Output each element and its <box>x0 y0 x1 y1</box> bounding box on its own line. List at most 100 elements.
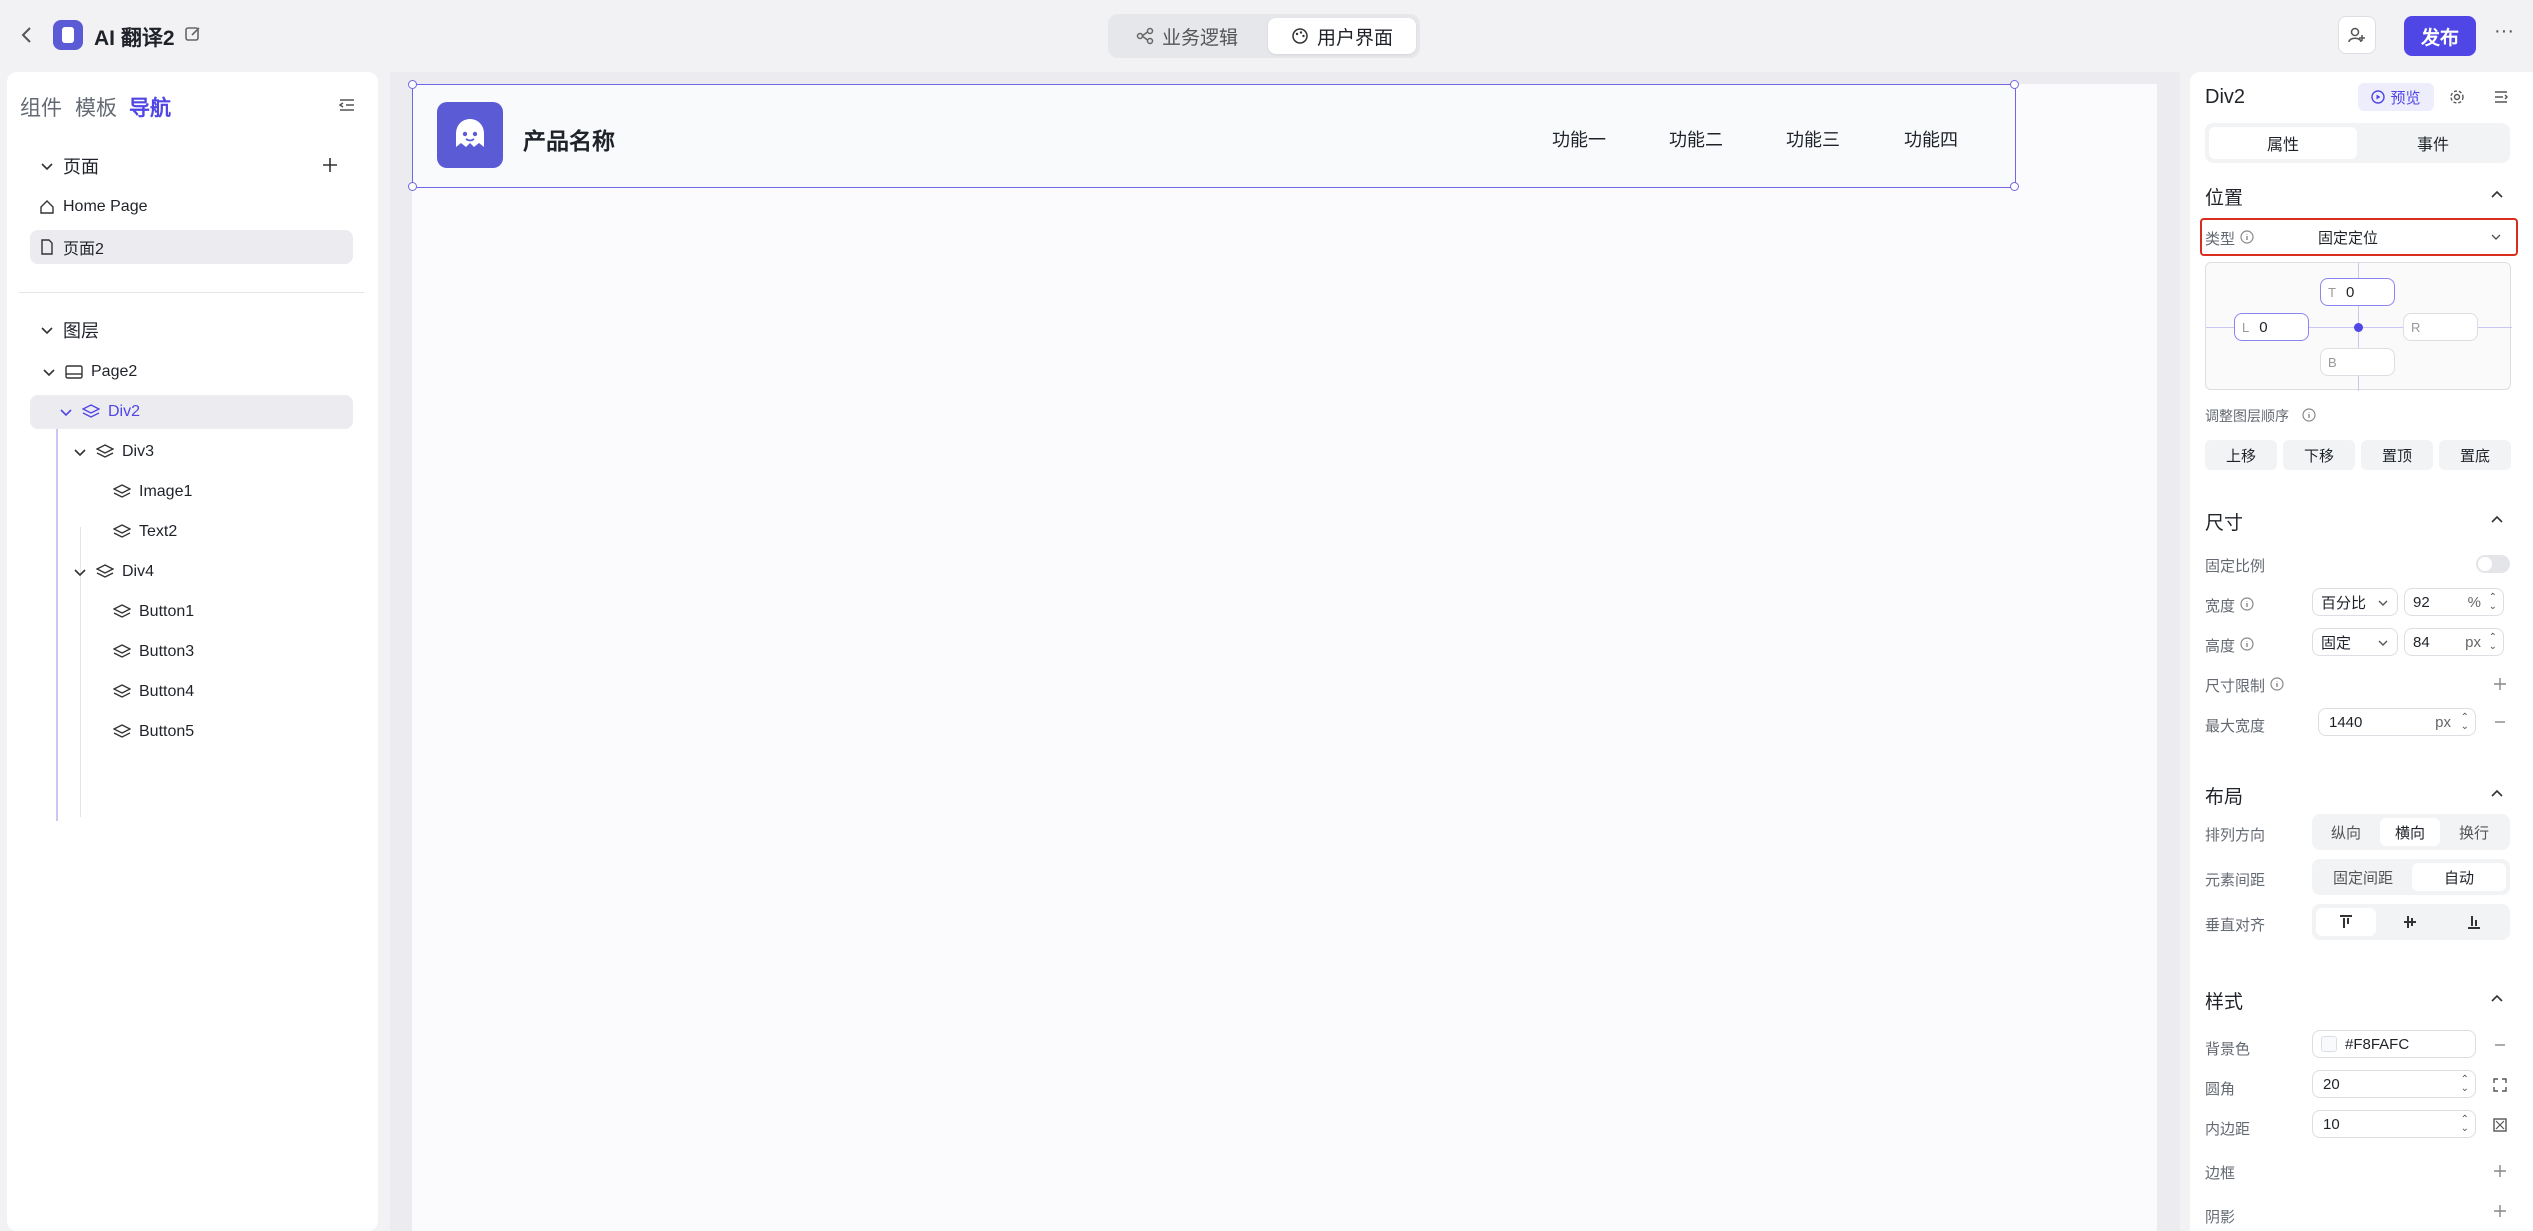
bg-color-input[interactable]: #F8FAFC <box>2312 1030 2476 1058</box>
align-middle-button[interactable] <box>2380 908 2440 936</box>
layer-image1-label: Image1 <box>139 483 193 500</box>
lock-ratio-toggle[interactable] <box>2476 555 2510 573</box>
bring-to-top-button[interactable]: 置顶 <box>2361 440 2433 470</box>
chevron-down-icon <box>60 409 72 417</box>
tab-templates[interactable]: 模板 <box>75 92 117 122</box>
stepper-icon[interactable]: ⌃ ⌄ <box>2489 593 2497 612</box>
edit-icon[interactable] <box>184 25 202 43</box>
layer-div4[interactable]: Div4 <box>72 555 154 589</box>
gear-icon[interactable] <box>2449 89 2465 105</box>
minus-icon[interactable] <box>2493 715 2507 729</box>
tab-events[interactable]: 事件 <box>2359 127 2507 159</box>
padding-expand-icon[interactable] <box>2492 1117 2508 1133</box>
send-to-bottom-button[interactable]: 置底 <box>2439 440 2511 470</box>
height-input[interactable]: 84 px ⌃ ⌄ <box>2404 628 2504 656</box>
page-item-home[interactable]: Home Page <box>39 190 148 224</box>
layer-page2-label: Page2 <box>91 363 138 380</box>
tab-properties[interactable]: 属性 <box>2209 127 2357 159</box>
tab-user-interface[interactable]: 用户界面 <box>1268 18 1416 54</box>
stepper-icon[interactable]: ⌃ ⌄ <box>2489 633 2497 652</box>
publish-button[interactable]: 发布 <box>2404 16 2476 56</box>
more-icon[interactable]: ··· <box>2494 20 2514 43</box>
layers-section[interactable]: 图层 <box>39 313 99 347</box>
nav-item-3[interactable]: 功能三 <box>1786 126 1840 152</box>
direction-vertical[interactable]: 纵向 <box>2316 818 2376 846</box>
tab-navigation[interactable]: 导航 <box>129 92 171 122</box>
tab-business-logic[interactable]: 业务逻辑 <box>1112 18 1262 54</box>
panel-menu-icon[interactable] <box>2493 89 2509 105</box>
resize-handle[interactable] <box>408 182 417 191</box>
layer-button4[interactable]: Button4 <box>113 675 194 709</box>
bottom-input[interactable]: B <box>2320 348 2395 376</box>
width-mode-select[interactable]: 百分比 <box>2312 588 2398 616</box>
direction-label: 排列方向 <box>2205 827 2266 844</box>
prop-tabs: 属性 事件 <box>2205 123 2510 163</box>
stepper-icon[interactable]: ⌃ ⌄ <box>2461 713 2469 732</box>
back-icon[interactable] <box>20 26 34 44</box>
page-item-page2[interactable]: 页面2 <box>39 230 104 264</box>
top-input[interactable]: T 0 <box>2320 278 2395 306</box>
width-input[interactable]: 92 % ⌃ ⌄ <box>2404 588 2504 616</box>
direction-wrap[interactable]: 换行 <box>2444 818 2504 846</box>
stepper-icon[interactable]: ⌃ ⌄ <box>2461 1075 2469 1094</box>
max-width-input[interactable]: 1440 px ⌃ ⌄ <box>2318 708 2476 736</box>
collapse-panel-icon[interactable] <box>338 97 356 113</box>
chevron-up-icon[interactable] <box>2489 990 2505 1006</box>
preview-label: 预览 <box>2390 89 2421 107</box>
padding-input[interactable]: 10 ⌃ ⌄ <box>2312 1110 2476 1138</box>
plus-icon[interactable] <box>2493 1164 2507 1178</box>
layer-text2[interactable]: Text2 <box>113 515 177 549</box>
minus-icon[interactable] <box>2493 1038 2507 1052</box>
align-top-button[interactable] <box>2316 908 2376 936</box>
preview-button[interactable]: 预览 <box>2358 83 2434 111</box>
info-icon <box>2240 597 2254 611</box>
resize-handle[interactable] <box>2010 80 2019 89</box>
layer-div2[interactable]: Div2 <box>58 395 140 429</box>
position-type-select[interactable]: 固定定位 <box>2312 223 2512 251</box>
move-up-button[interactable]: 上移 <box>2205 440 2277 470</box>
chevron-up-icon[interactable] <box>2489 186 2505 202</box>
height-unit: px <box>2465 633 2481 651</box>
layer-button3[interactable]: Button3 <box>113 635 194 669</box>
nav-item-1[interactable]: 功能一 <box>1552 126 1606 152</box>
direction-horizontal[interactable]: 横向 <box>2380 818 2440 846</box>
chevron-up-icon[interactable] <box>2489 785 2505 801</box>
align-bottom-button[interactable] <box>2444 908 2504 936</box>
move-down-button[interactable]: 下移 <box>2283 440 2355 470</box>
gap-auto[interactable]: 自动 <box>2412 863 2506 891</box>
toggle-knob <box>2478 557 2492 571</box>
product-logo-icon <box>437 102 503 168</box>
collaborators-icon[interactable] <box>2338 16 2376 54</box>
plus-icon[interactable] <box>2493 677 2507 691</box>
radius-input[interactable]: 20 ⌃ ⌄ <box>2312 1070 2476 1098</box>
app-logo-icon <box>53 20 83 50</box>
left-input[interactable]: L 0 <box>2234 313 2309 341</box>
color-swatch[interactable] <box>2321 1036 2337 1052</box>
max-width-label: 最大宽度 <box>2205 718 2266 735</box>
product-name: 产品名称 <box>523 128 615 154</box>
layer-div3[interactable]: Div3 <box>72 435 154 469</box>
height-mode-select[interactable]: 固定 <box>2312 628 2398 656</box>
bg-color-label: 背景色 <box>2205 1041 2251 1058</box>
resize-handle[interactable] <box>408 80 417 89</box>
right-input[interactable]: R <box>2403 313 2478 341</box>
nav-item-2[interactable]: 功能二 <box>1669 126 1723 152</box>
resize-handle[interactable] <box>2010 182 2019 191</box>
layer-button5[interactable]: Button5 <box>113 715 194 749</box>
layer-button1[interactable]: Button1 <box>113 595 194 629</box>
design-canvas[interactable]: 产品名称 功能一 功能二 功能三 功能四 <box>408 80 2157 1231</box>
layers-icon <box>113 684 131 698</box>
plus-icon[interactable] <box>2493 1204 2507 1218</box>
tab-components[interactable]: 组件 <box>20 92 62 122</box>
gap-fixed[interactable]: 固定间距 <box>2316 863 2410 891</box>
pages-section[interactable]: 页面 <box>39 149 99 183</box>
corner-expand-icon[interactable] <box>2492 1077 2508 1093</box>
layer-button5-label: Button5 <box>139 723 195 740</box>
selected-div2-header[interactable]: 产品名称 功能一 功能二 功能三 功能四 <box>408 80 2019 191</box>
add-page-icon[interactable] <box>322 157 338 173</box>
layer-image1[interactable]: Image1 <box>113 475 192 509</box>
chevron-up-icon[interactable] <box>2489 511 2505 527</box>
stepper-icon[interactable]: ⌃ ⌄ <box>2461 1115 2469 1134</box>
nav-item-4[interactable]: 功能四 <box>1904 126 1958 152</box>
layer-page2[interactable]: Page2 <box>41 355 137 389</box>
